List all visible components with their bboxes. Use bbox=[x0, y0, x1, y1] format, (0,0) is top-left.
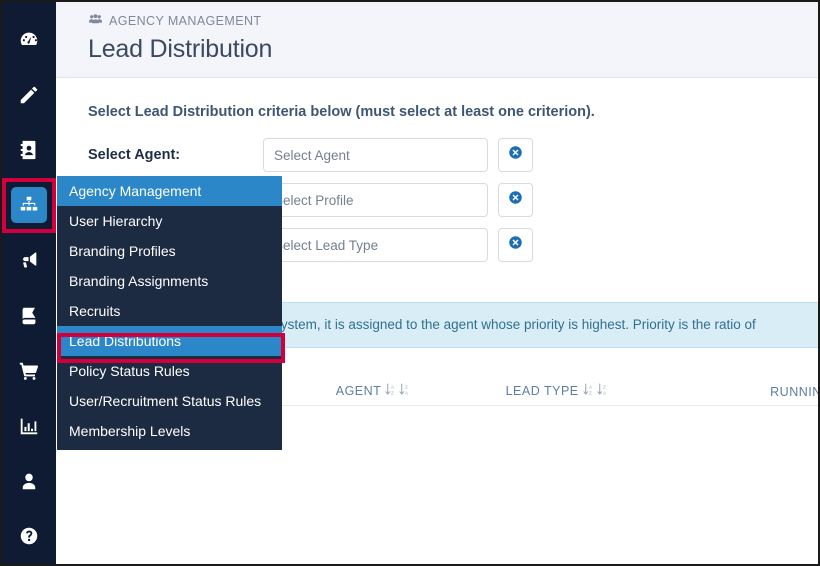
dropdown-item-recruits[interactable]: Recruits bbox=[57, 296, 282, 326]
svg-text:A: A bbox=[589, 385, 593, 390]
dropdown-item-agency-management[interactable]: Agency Management bbox=[57, 176, 282, 206]
megaphone-icon bbox=[11, 242, 47, 278]
sidebar-item-edit[interactable] bbox=[2, 67, 56, 122]
dropdown-item-policy-status-rules[interactable]: Policy Status Rules bbox=[57, 356, 282, 386]
sort-az-icon[interactable]: AZ bbox=[385, 383, 396, 399]
svg-text:A: A bbox=[405, 391, 409, 396]
dropdown-item-user-recruitment-status-rules[interactable]: User/Recruitment Status Rules bbox=[57, 386, 282, 416]
table-column-lead-type[interactable]: LEAD TYPE AZ ZA bbox=[465, 383, 649, 399]
main-sidebar bbox=[2, 2, 56, 564]
clear-circle-x-icon bbox=[508, 145, 523, 165]
sort-controls[interactable]: AZ ZA bbox=[385, 383, 410, 399]
users-group-icon bbox=[88, 13, 103, 29]
sidebar-item-help[interactable] bbox=[2, 509, 56, 564]
clear-circle-x-icon bbox=[508, 190, 523, 210]
select-agent-input[interactable]: Select Agent bbox=[263, 138, 488, 172]
address-book-icon bbox=[11, 132, 47, 168]
svg-text:A: A bbox=[391, 385, 395, 390]
breadcrumb: AGENCY MANAGEMENT bbox=[88, 12, 818, 30]
select-agent-label: Select Agent: bbox=[88, 147, 181, 163]
sidebar-item-profile[interactable] bbox=[2, 454, 56, 509]
svg-text:Z: Z bbox=[589, 391, 592, 396]
sidebar-item-dashboard[interactable] bbox=[2, 12, 56, 67]
dropdown-item-branding-assignments[interactable]: Branding Assignments bbox=[57, 266, 282, 296]
page-title: Lead Distribution bbox=[88, 35, 273, 63]
sort-za-icon[interactable]: ZA bbox=[597, 383, 608, 399]
user-icon bbox=[11, 463, 47, 499]
book-icon bbox=[11, 298, 47, 334]
clear-circle-x-icon bbox=[508, 235, 523, 255]
table-column-running[interactable]: RUNNING bbox=[648, 385, 818, 399]
column-label: AGENT bbox=[335, 384, 382, 398]
sidebar-item-store[interactable] bbox=[2, 343, 56, 398]
shopping-cart-icon bbox=[11, 353, 47, 389]
application-window: AGENCY MANAGEMENT Lead Distribution Sele… bbox=[0, 0, 820, 566]
form-row-agent: Select Agent: Select Agent bbox=[88, 138, 818, 172]
sidebar-item-agency-management[interactable] bbox=[2, 177, 56, 233]
clear-lead-type-button[interactable] bbox=[498, 228, 533, 262]
clear-profile-button[interactable] bbox=[498, 183, 533, 217]
dashboard-gauge-icon bbox=[11, 22, 47, 58]
sidebar-item-marketing[interactable] bbox=[2, 233, 56, 288]
column-label: RUNNING bbox=[770, 385, 818, 399]
column-label: LEAD TYPE bbox=[505, 384, 579, 398]
dropdown-item-membership-levels[interactable]: Membership Levels bbox=[57, 416, 282, 446]
sort-az-icon[interactable]: AZ bbox=[583, 383, 594, 399]
svg-text:Z: Z bbox=[603, 385, 606, 390]
breadcrumb-label: AGENCY MANAGEMENT bbox=[109, 14, 262, 28]
select-profile-input[interactable]: Select Profile bbox=[263, 183, 488, 217]
sidebar-item-contacts[interactable] bbox=[2, 122, 56, 177]
dropdown-item-user-hierarchy[interactable]: User Hierarchy bbox=[57, 206, 282, 236]
pencil-icon bbox=[11, 77, 47, 113]
criteria-heading: Select Lead Distribution criteria below … bbox=[88, 104, 595, 120]
sidebar-item-library[interactable] bbox=[2, 288, 56, 343]
select-lead-type-input[interactable]: Select Lead Type bbox=[263, 228, 488, 262]
sort-controls[interactable]: AZ ZA bbox=[583, 383, 608, 399]
dropdown-item-branding-profiles[interactable]: Branding Profiles bbox=[57, 236, 282, 266]
svg-text:A: A bbox=[603, 391, 607, 396]
page-header: AGENCY MANAGEMENT Lead Distribution bbox=[56, 2, 818, 78]
table-column-agent[interactable]: AGENT AZ ZA bbox=[281, 383, 465, 399]
svg-text:Z: Z bbox=[391, 391, 394, 396]
agency-management-dropdown-menu: Agency Management User Hierarchy Brandin… bbox=[57, 176, 282, 450]
sitemap-icon bbox=[11, 187, 47, 224]
sidebar-item-reports[interactable] bbox=[2, 398, 56, 453]
bar-chart-icon bbox=[11, 408, 47, 444]
sort-za-icon[interactable]: ZA bbox=[399, 383, 410, 399]
dropdown-item-lead-distributions[interactable]: Lead Distributions bbox=[57, 326, 282, 356]
clear-agent-button[interactable] bbox=[498, 138, 533, 172]
question-circle-icon bbox=[11, 518, 47, 554]
svg-text:Z: Z bbox=[405, 385, 408, 390]
